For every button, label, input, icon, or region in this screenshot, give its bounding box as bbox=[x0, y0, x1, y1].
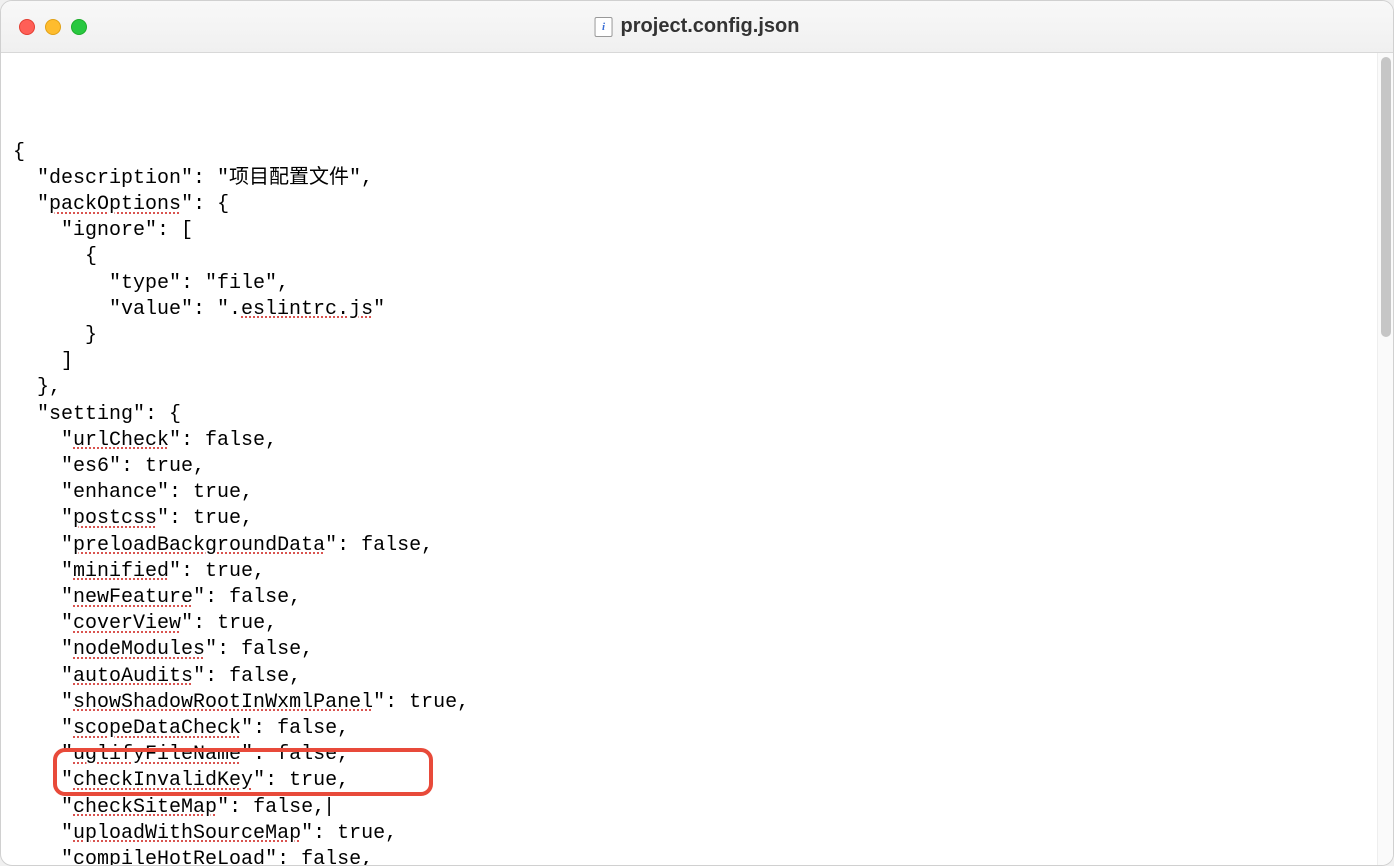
traffic-lights bbox=[1, 19, 87, 35]
titlebar: project.config.json bbox=[1, 1, 1393, 53]
code-line[interactable]: "showShadowRootInWxmlPanel": true, bbox=[13, 690, 1365, 716]
scrollbar-thumb[interactable] bbox=[1381, 57, 1391, 337]
window-title: project.config.json bbox=[621, 15, 800, 38]
code-line[interactable]: "ignore": [ bbox=[13, 218, 1365, 244]
code-line[interactable]: "uglifyFileName": false, bbox=[13, 742, 1365, 768]
code-editor[interactable]: { "description": "项目配置文件", "packOptions"… bbox=[1, 53, 1377, 865]
scrollbar-track[interactable] bbox=[1377, 53, 1393, 865]
code-line[interactable]: }, bbox=[13, 375, 1365, 401]
code-line[interactable]: "compileHotReLoad": false, bbox=[13, 847, 1365, 865]
code-line[interactable]: "scopeDataCheck": false, bbox=[13, 716, 1365, 742]
code-line[interactable]: "newFeature": false, bbox=[13, 585, 1365, 611]
document-icon bbox=[595, 17, 613, 37]
maximize-button[interactable] bbox=[71, 19, 87, 35]
code-line[interactable]: "description": "项目配置文件", bbox=[13, 166, 1365, 192]
code-line[interactable]: "postcss": true, bbox=[13, 506, 1365, 532]
code-line[interactable]: "preloadBackgroundData": false, bbox=[13, 533, 1365, 559]
window: project.config.json { "description": "项目… bbox=[0, 0, 1394, 866]
code-line[interactable]: } bbox=[13, 323, 1365, 349]
minimize-button[interactable] bbox=[45, 19, 61, 35]
code-line[interactable]: { bbox=[13, 244, 1365, 270]
code-line[interactable]: "enhance": true, bbox=[13, 480, 1365, 506]
code-line[interactable]: "setting": { bbox=[13, 402, 1365, 428]
code-line[interactable]: { bbox=[13, 140, 1365, 166]
content-area: { "description": "项目配置文件", "packOptions"… bbox=[1, 53, 1393, 865]
code-line[interactable]: "coverView": true, bbox=[13, 611, 1365, 637]
code-line[interactable]: "type": "file", bbox=[13, 271, 1365, 297]
text-cursor: | bbox=[323, 796, 335, 819]
code-line[interactable]: "es6": true, bbox=[13, 454, 1365, 480]
code-line[interactable]: "autoAudits": false, bbox=[13, 664, 1365, 690]
code-line[interactable]: "minified": true, bbox=[13, 559, 1365, 585]
close-button[interactable] bbox=[19, 19, 35, 35]
code-line[interactable]: "nodeModules": false, bbox=[13, 637, 1365, 663]
title-center: project.config.json bbox=[595, 15, 800, 38]
code-line[interactable]: ] bbox=[13, 349, 1365, 375]
code-line[interactable]: "packOptions": { bbox=[13, 192, 1365, 218]
code-line[interactable]: "uploadWithSourceMap": true, bbox=[13, 821, 1365, 847]
code-line[interactable]: "urlCheck": false, bbox=[13, 428, 1365, 454]
code-line[interactable]: "checkInvalidKey": true, bbox=[13, 768, 1365, 794]
code-line[interactable]: "checkSiteMap": false,| bbox=[13, 795, 1365, 821]
code-line[interactable]: "value": ".eslintrc.js" bbox=[13, 297, 1365, 323]
